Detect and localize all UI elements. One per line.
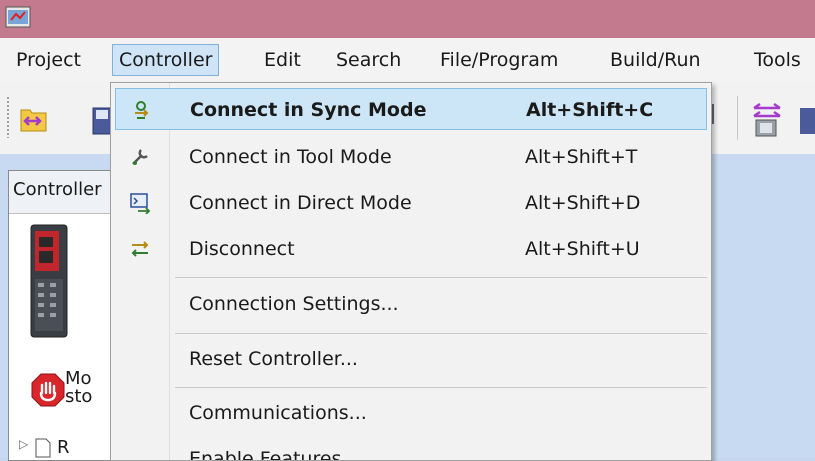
menu-item-communications[interactable]: Communications... xyxy=(115,392,707,434)
tree-item[interactable]: ▷ R xyxy=(9,435,119,461)
menu-item-label: Connection Settings... xyxy=(189,293,399,315)
toolbar-divider xyxy=(737,96,738,140)
menu-item-label: Communications... xyxy=(189,402,367,424)
menu-item-shortcut: Alt+Shift+D xyxy=(525,192,641,214)
tool-connect-icon xyxy=(132,149,148,165)
menu-item-label: Reset Controller... xyxy=(189,348,358,370)
menu-item-disconnect[interactable]: Disconnect Alt+Shift+U xyxy=(115,228,707,270)
menu-item-shortcut: Alt+Shift+T xyxy=(525,146,638,168)
menu-item-label: Enable Features... xyxy=(189,448,360,461)
controller-panel: Controller Mo sto ▷ R xyxy=(8,170,120,461)
controller-device-icon xyxy=(30,224,68,338)
menu-item-label: Connect in Direct Mode xyxy=(189,192,412,214)
menu-item-enable-features[interactable]: Enable Features... xyxy=(115,438,707,461)
menu-bar: Project Controller Edit Search File/Prog… xyxy=(0,38,815,82)
direct-connect-icon xyxy=(130,193,151,214)
download-program-icon[interactable] xyxy=(750,102,784,138)
document-icon xyxy=(35,438,51,458)
menu-item-connect-direct[interactable]: Connect in Direct Mode Alt+Shift+D xyxy=(115,182,707,224)
menu-project[interactable]: Project xyxy=(10,45,87,75)
title-bar xyxy=(0,0,815,38)
menu-item-connect-sync[interactable]: Connect in Sync Mode Alt+Shift+C xyxy=(115,88,707,130)
menu-item-label: Connect in Tool Mode xyxy=(189,146,392,168)
menu-item-reset-controller[interactable]: Reset Controller... xyxy=(115,338,707,380)
menu-separator xyxy=(175,277,707,278)
menu-item-shortcut: Alt+Shift+U xyxy=(525,238,640,260)
menu-item-connection-settings[interactable]: Connection Settings... xyxy=(115,283,707,325)
menu-item-connect-tool[interactable]: Connect in Tool Mode Alt+Shift+T xyxy=(115,136,707,178)
menu-search[interactable]: Search xyxy=(330,45,407,75)
menu-separator xyxy=(175,333,707,334)
disconnect-icon xyxy=(131,241,149,257)
open-project-icon[interactable] xyxy=(18,104,50,136)
toolbar-grip[interactable] xyxy=(6,96,10,138)
controller-status-line2: sto xyxy=(65,386,93,407)
menu-file-program[interactable]: File/Program xyxy=(434,45,564,75)
menu-controller[interactable]: Controller xyxy=(112,44,220,76)
controller-panel-title: Controller xyxy=(13,179,102,200)
menu-separator xyxy=(175,387,707,388)
menu-edit[interactable]: Edit xyxy=(258,45,307,75)
menu-tools[interactable]: Tools xyxy=(748,45,807,75)
tree-item-label: R xyxy=(57,437,70,458)
expand-arrow-icon[interactable]: ▷ xyxy=(19,437,28,451)
toolbar-icon-partial[interactable] xyxy=(798,104,815,138)
app-icon xyxy=(5,6,31,28)
stop-icon xyxy=(31,373,65,407)
menu-item-shortcut: Alt+Shift+C xyxy=(526,99,654,121)
save-icon[interactable] xyxy=(92,106,112,136)
controller-dropdown-menu: Connect in Sync Mode Alt+Shift+C Connect… xyxy=(110,82,712,461)
menu-build-run[interactable]: Build/Run xyxy=(604,45,707,75)
controller-panel-header: Controller xyxy=(9,171,119,214)
menu-item-label: Disconnect xyxy=(189,238,295,260)
menu-item-label: Connect in Sync Mode xyxy=(190,99,427,121)
sync-connect-icon xyxy=(135,101,149,119)
